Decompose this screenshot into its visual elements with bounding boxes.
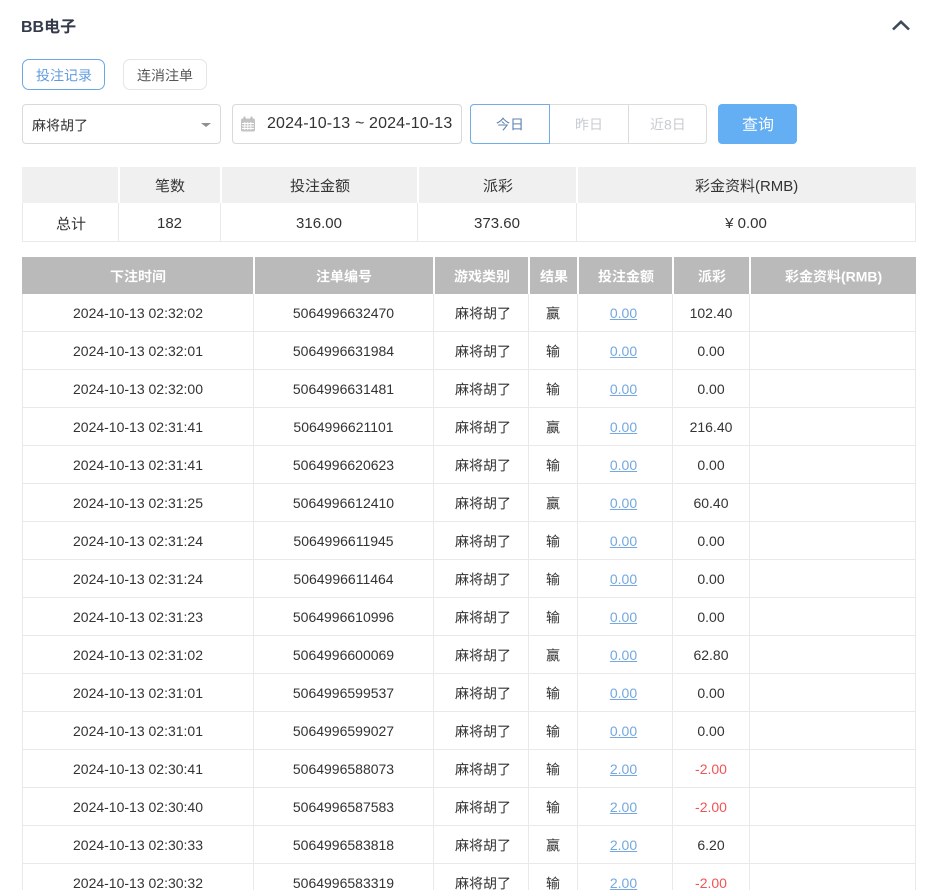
svg-text:8: 8 — [664, 116, 672, 132]
svg-text:(RMB): (RMB) — [755, 178, 798, 195]
svg-text:BB: BB — [21, 19, 44, 36]
svg-text:(RMB): (RMB) — [841, 268, 882, 284]
